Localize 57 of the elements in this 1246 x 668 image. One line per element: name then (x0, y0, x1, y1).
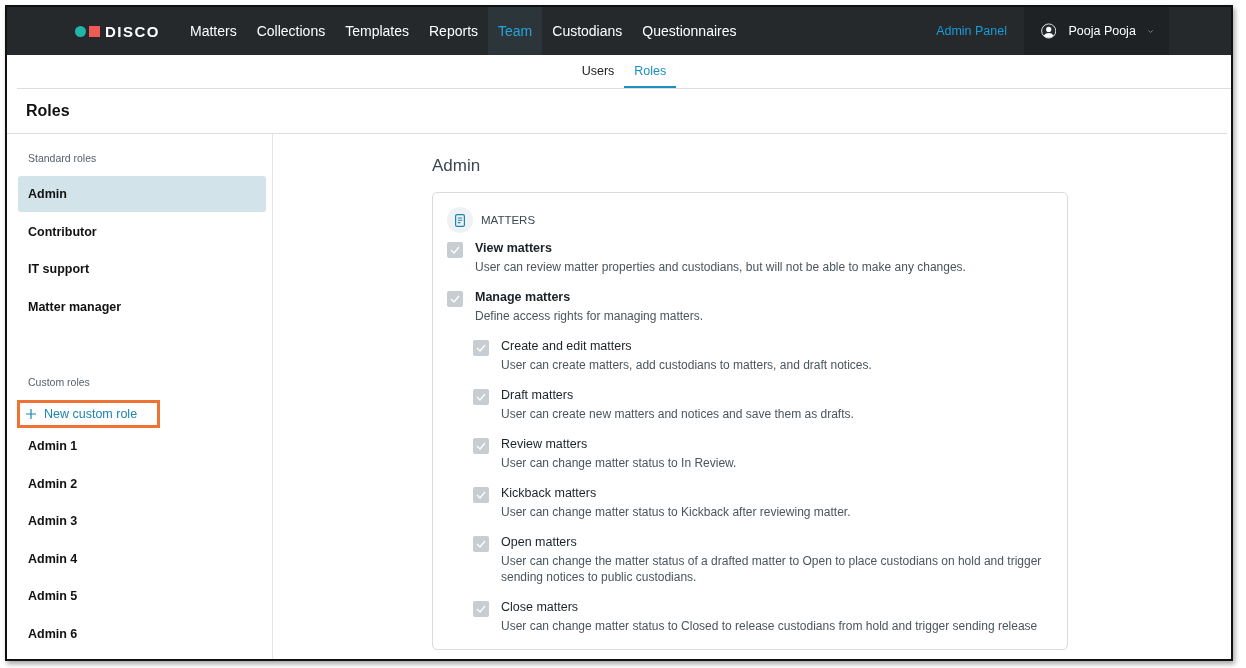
checkmark-icon (450, 295, 460, 303)
permission-name: Draft matters (501, 388, 575, 402)
permission-name: Review matters (501, 437, 589, 451)
role-item[interactable]: Admin 4 (18, 540, 266, 577)
admin-panel-link[interactable]: Admin Panel (936, 7, 1007, 55)
section-heading: Custom roles (27, 376, 91, 388)
logo-text: DISCO (105, 22, 160, 40)
permission-name: Kickback matters (501, 486, 598, 500)
nav-item[interactable]: Matters (180, 7, 247, 55)
section-title: MATTERS (481, 214, 536, 226)
logo-square-icon (89, 25, 100, 37)
permission-name: Open matters (501, 535, 578, 549)
tab[interactable]: Users (571, 55, 625, 88)
permission-name: Manage matters (475, 290, 572, 304)
plus-icon (26, 409, 36, 419)
role-item[interactable]: Admin 3 (18, 503, 266, 539)
nav-item[interactable]: Custodians (542, 7, 633, 55)
page-title: Roles (26, 102, 70, 120)
nav-item[interactable]: Templates (335, 7, 419, 55)
permission-description: User can review matter properties and custodians, but will not be able to make any changes. (475, 259, 966, 275)
nav-item[interactable]: Team (488, 7, 543, 55)
role-item[interactable]: Admin 1 (18, 428, 266, 464)
checkmark-icon (450, 246, 460, 254)
role-title: Admin (432, 156, 482, 176)
permission-description: Define access rights for managing matters. (475, 308, 704, 324)
role-item[interactable]: Matter manager (18, 288, 266, 325)
role-item[interactable]: Admin 5 (18, 578, 266, 614)
checkmark-icon (476, 393, 486, 401)
checkmark-icon (476, 442, 486, 450)
role-item[interactable]: Admin (18, 176, 266, 212)
new-custom-role-button[interactable]: New custom role (17, 400, 161, 428)
checkmark-icon (476, 491, 486, 499)
permission-description: User can change matter status to In Review. (501, 455, 737, 471)
permission-name: View matters (475, 241, 553, 255)
role-item[interactable]: Contributor (18, 213, 266, 250)
logo-circle-icon (75, 25, 86, 37)
checkmark-icon (476, 605, 486, 613)
permission-description: User can change the matter status of a drafted matter to Open to place custodians on hold and trigger sending notices to public custodians. (501, 553, 1043, 585)
chevron-down-icon (1147, 28, 1153, 34)
permission-name: Create and edit matters (501, 339, 633, 353)
permission-description: User can change matter status to Closed to release custodians from hold and trigger sending release (501, 618, 1038, 634)
user-menu-button[interactable]: Pooja Pooja (1024, 7, 1169, 55)
permission-description: User can create matters, add custodians to matters, and draft notices. (501, 357, 872, 373)
checkmark-icon (476, 540, 486, 548)
permission-name: Close matters (501, 600, 580, 614)
nav-item[interactable]: Reports (419, 7, 489, 55)
nav-item[interactable]: Questionnaires (632, 7, 747, 55)
checkmark-icon (476, 344, 486, 352)
permission-description: User can change matter status to Kickback after reviewing matter. (501, 504, 851, 520)
permission-description: User can create new matters and notices and save them as drafts. (501, 406, 854, 422)
role-item[interactable]: Admin 6 (18, 615, 266, 652)
document-icon (447, 207, 473, 233)
tab[interactable]: Roles (624, 55, 677, 88)
section-heading: Standard roles (27, 152, 98, 164)
role-item[interactable]: IT support (18, 251, 266, 287)
nav-item[interactable]: Collections (246, 7, 336, 55)
role-item[interactable]: Admin 2 (18, 465, 266, 502)
